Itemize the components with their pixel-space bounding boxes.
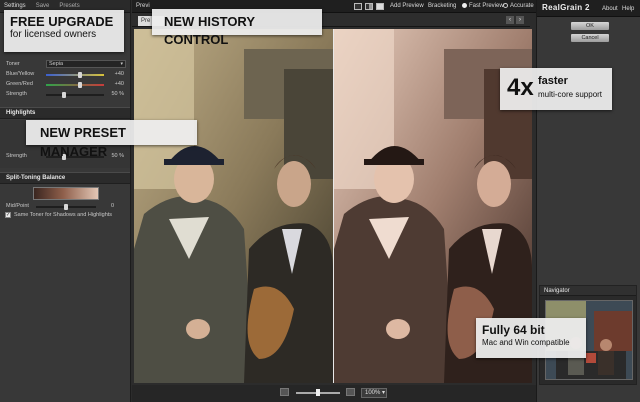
same-toner-row: ✓ Same Toner for Shadows and Highlights [5,211,123,220]
split-toning-gradient [33,187,99,200]
green-red-knob[interactable] [78,82,82,88]
preset-callout: NEW PRESET MANAGER [26,120,197,159]
bracketing-button[interactable]: Bracketing [428,3,456,9]
zoom-out-icon[interactable] [280,388,289,396]
preview-original-image [134,29,333,383]
tab-prev-icon[interactable]: ‹ [506,16,514,24]
faster-subtitle: multi-core support [538,90,603,99]
menu-about[interactable]: About [602,6,618,12]
toner-section: Toner Sepia ▾ Blue/Yellow +40 Green/Red … [0,54,130,104]
menu-help[interactable]: Help [622,6,634,12]
green-red-label: Green/Red [6,81,33,87]
zoom-in-icon[interactable] [346,388,355,396]
green-red-value: +40 [114,81,124,87]
free-upgrade-subtitle: for licensed owners [10,29,97,40]
blue-yellow-row: Blue/Yellow +40 [6,70,124,79]
same-toner-label: Same Toner for Shadows and Highlights [14,212,113,218]
navigator-title: Navigator [540,286,636,296]
radio-off-icon [503,3,508,8]
midpoint-label: Mid/Point [6,203,29,209]
strength-slider[interactable] [46,92,104,98]
tab-next-icon[interactable]: › [516,16,524,24]
strength-label: Strength [6,91,27,97]
history-callout: NEW HISTORY CONTROL [152,9,322,47]
green-red-row: Green/Red +40 [6,80,124,89]
midpoint-row: Mid/Point 0 [6,202,124,211]
split-view-icon[interactable] [365,3,373,10]
ok-button[interactable]: OK [571,22,609,30]
fast-preview-radio[interactable]: Fast Preview [462,3,504,9]
highlights-strength-value: 50 % [111,153,124,159]
64-bit-subtitle: Mac and Win compatible [482,338,570,347]
toner-row: Toner Sepia ▾ [6,60,126,69]
chevron-down-icon: ▾ [382,390,386,396]
preview-label: Previ [136,3,150,9]
split-toning-section: Mid/Point 0 ✓ Same Toner for Shadows and… [0,185,130,223]
toner-value: Sepia [49,61,64,67]
zoom-select[interactable]: 100% ▾ [361,388,387,398]
app-logo: RealGrain 2 [542,3,590,12]
single-view-icon[interactable] [354,3,362,10]
free-upgrade-callout: FREE UPGRADE for licensed owners [4,10,124,52]
blue-yellow-slider[interactable] [46,72,104,78]
midpoint-slider[interactable] [36,204,96,210]
green-red-slider[interactable] [46,82,104,88]
faster-word: faster [538,75,568,87]
midpoint-value: 0 [110,203,114,209]
blue-yellow-label: Blue/Yellow [6,71,35,77]
midpoint-knob[interactable] [64,204,68,210]
toner-select[interactable]: Sepia ▾ [46,60,126,68]
strength-value: 50 % [111,91,124,97]
free-upgrade-title: FREE UPGRADE [10,14,114,29]
highlights-strength-label: Strength [6,153,27,159]
64-bit-title: Fully 64 bit [482,323,545,337]
highlights-header[interactable]: Highlights [0,107,130,119]
add-preview-button[interactable]: Add Preview [390,3,424,9]
brand-bar: RealGrain 2 About Help [537,0,640,17]
strength-row: Strength 50 % [6,90,124,99]
same-toner-checkbox[interactable]: ✓ [5,212,11,218]
zoom-bar: 100% ▾ [132,385,536,402]
side-by-side-icon[interactable] [376,3,384,10]
faster-number: 4x [507,74,534,101]
64-bit-callout: Fully 64 bit Mac and Win compatible [476,318,586,358]
chevron-down-icon: ▾ [120,61,123,67]
preview-area[interactable] [134,29,532,383]
radio-on-icon [462,3,467,8]
zoom-knob[interactable] [316,389,320,396]
toner-label: Toner [6,61,20,67]
faster-callout: 4x faster multi-core support [500,68,612,110]
split-toning-header[interactable]: Split-Toning Balance [0,172,130,184]
blue-yellow-value: +40 [114,71,124,77]
blue-yellow-knob[interactable] [78,72,82,78]
cancel-button[interactable]: Cancel [571,34,609,42]
settings-panel: Settings Save Presets Toner Sepia ▾ Blue… [0,0,131,402]
accurate-radio[interactable]: Accurate [503,3,534,9]
strength-knob[interactable] [62,92,66,98]
